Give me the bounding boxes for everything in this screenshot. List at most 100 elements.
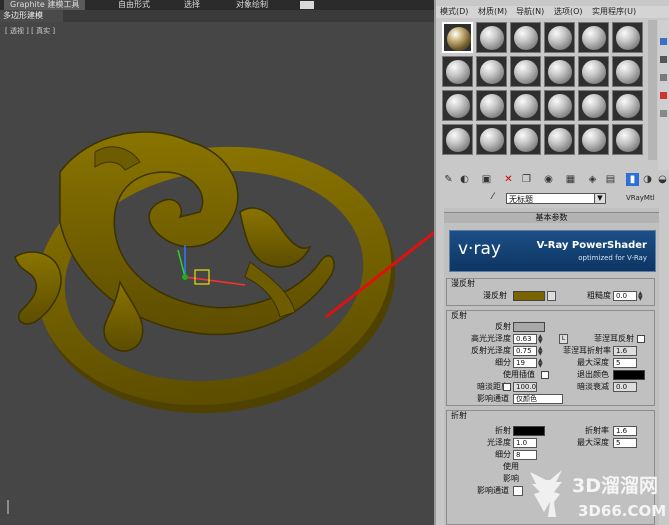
background-icon[interactable] [660,74,667,81]
diffuse-color-swatch[interactable] [513,291,545,301]
max-depth-label: 最大深度 [577,358,609,367]
eyedropper-icon[interactable]: ⁄ [492,192,494,202]
menu-material[interactable]: 材质(M) [478,6,507,17]
material-slot[interactable] [476,22,507,53]
refract-color-swatch[interactable] [513,426,545,436]
refr-gloss-field[interactable]: 1.0 [513,438,537,448]
rollout-title: 基本参数 [535,213,568,222]
refr-use-label: 使用 [503,462,519,471]
material-slot[interactable] [578,22,609,53]
dim-falloff-field[interactable]: 0.0 [613,382,637,392]
backlight-icon[interactable] [660,56,667,63]
reflect-label: 反射 [495,322,511,331]
roughness-label: 粗糙度 [587,291,611,300]
reset-icon[interactable]: ✕ [502,173,515,186]
menu-utilities[interactable]: 实用程序(U) [592,6,636,17]
exit-color-label: 退出颜色 [577,370,609,379]
roughness-field[interactable]: 0.0 [613,291,637,301]
material-slot[interactable] [510,22,541,53]
material-slot[interactable] [510,56,541,87]
material-slot[interactable] [476,90,507,121]
material-slot[interactable] [612,90,643,121]
refr-gloss-label: 光泽度 [487,438,511,447]
affect-channels-select[interactable]: 仅颜色 [513,394,563,404]
refr-max-depth-field[interactable]: 5 [613,438,637,448]
material-slot[interactable] [612,56,643,87]
get-material-icon[interactable]: ✎ [442,173,455,186]
use-interp-label: 使用插值 [503,370,535,379]
material-slot[interactable] [612,22,643,53]
refl-gloss-spinner[interactable]: ▲ ▼ [538,346,544,357]
material-slot[interactable] [442,124,473,155]
exit-color-swatch[interactable] [613,370,645,380]
assign-to-selection-icon[interactable]: ▣ [480,173,493,186]
diffuse-map-button[interactable] [547,291,556,301]
hilight-gloss-field[interactable]: 0.63 [513,334,537,344]
material-slot[interactable] [578,90,609,121]
fresnel-checkbox[interactable] [637,335,645,343]
reflection-group-title: 反射 [451,311,467,320]
material-slot[interactable] [476,56,507,87]
go-sibling-icon[interactable]: ◒ [656,173,669,186]
material-slot[interactable] [442,56,473,87]
material-name-dropdown[interactable]: ▼ [594,193,606,204]
hilight-gloss-lock[interactable]: L [559,334,568,344]
material-name-row: ⁄ 无标题 ▼ VRayMtl [436,192,669,206]
dim-falloff-label: 暗淡衰减 [577,382,609,391]
sample-options-strip [658,20,669,170]
refr-affect-label: 影响 [503,474,519,483]
refl-gloss-label: 反射光泽度 [471,346,511,355]
material-slot[interactable] [442,22,473,53]
material-slot[interactable] [544,56,575,87]
fresnel-ior-field[interactable]: 1.6 [613,346,637,356]
material-slot[interactable] [578,56,609,87]
options-icon[interactable] [660,110,667,117]
material-name-field[interactable]: 无标题 [506,193,602,204]
diffuse-label: 漫反射 [483,291,507,300]
material-slot[interactable] [510,124,541,155]
material-slot[interactable] [544,90,575,121]
use-interp-checkbox[interactable] [541,371,549,379]
max-depth-field[interactable]: 5 [613,358,637,368]
material-slot[interactable] [578,124,609,155]
menu-navigation[interactable]: 导航(N) [516,6,544,17]
sample-type-icon[interactable] [660,38,667,45]
hilight-gloss-spinner[interactable]: ▲ ▼ [538,334,544,345]
watermark-url: 3D66.COM [578,502,666,520]
make-copy-icon[interactable]: ❐ [520,173,533,186]
material-id-icon[interactable]: ◈ [586,173,599,186]
refraction-group-title: 折射 [451,411,467,420]
rollout-basic-params[interactable]: 基本参数 [444,212,659,223]
material-slot[interactable] [544,22,575,53]
put-to-library-icon[interactable]: ▦ [564,173,577,186]
slots-scrollbar[interactable] [648,20,657,160]
menu-options[interactable]: 选项(O) [554,6,583,17]
material-type-button[interactable]: VRayMtl [626,194,655,202]
affect-channels-label: 影响通道 [477,394,509,403]
material-editor-menubar: 模式(D) 材质(M) 导航(N) 选项(O) 实用程序(U) [436,6,669,18]
sample-slots-grid [442,22,648,162]
diffuse-group: 漫反射 漫反射 粗糙度 0.0 ▲ ▼ [446,278,655,306]
go-parent-icon[interactable]: ◑ [641,173,654,186]
refl-gloss-field[interactable]: 0.75 [513,346,537,356]
material-slot[interactable] [510,90,541,121]
material-slot[interactable] [544,124,575,155]
reflect-color-swatch[interactable] [513,322,545,332]
unique-icon[interactable]: ◉ [542,173,555,186]
put-to-scene-icon[interactable]: ◐ [458,173,471,186]
vray-banner: v·ray V-Ray PowerShader optimized for V-… [449,230,656,272]
ior-field[interactable]: 1.6 [613,426,637,436]
material-slot[interactable] [476,124,507,155]
color-check-icon[interactable] [660,92,667,99]
show-in-viewport-icon[interactable]: ▤ [604,173,617,186]
refr-subdivs-field[interactable]: 8 [513,450,537,460]
material-slot[interactable] [442,90,473,121]
show-end-result-icon[interactable]: ▮ [626,173,639,186]
dim-distance-field[interactable]: 100.0 [513,382,537,392]
roughness-spinner[interactable]: ▲ ▼ [638,291,644,302]
subdivs-field[interactable]: 19 [513,358,537,368]
menu-modes[interactable]: 模式(D) [440,6,468,17]
dim-distance-checkbox[interactable] [503,383,511,391]
subdivs-spinner[interactable]: ▲ ▼ [538,358,544,369]
material-slot[interactable] [612,124,643,155]
